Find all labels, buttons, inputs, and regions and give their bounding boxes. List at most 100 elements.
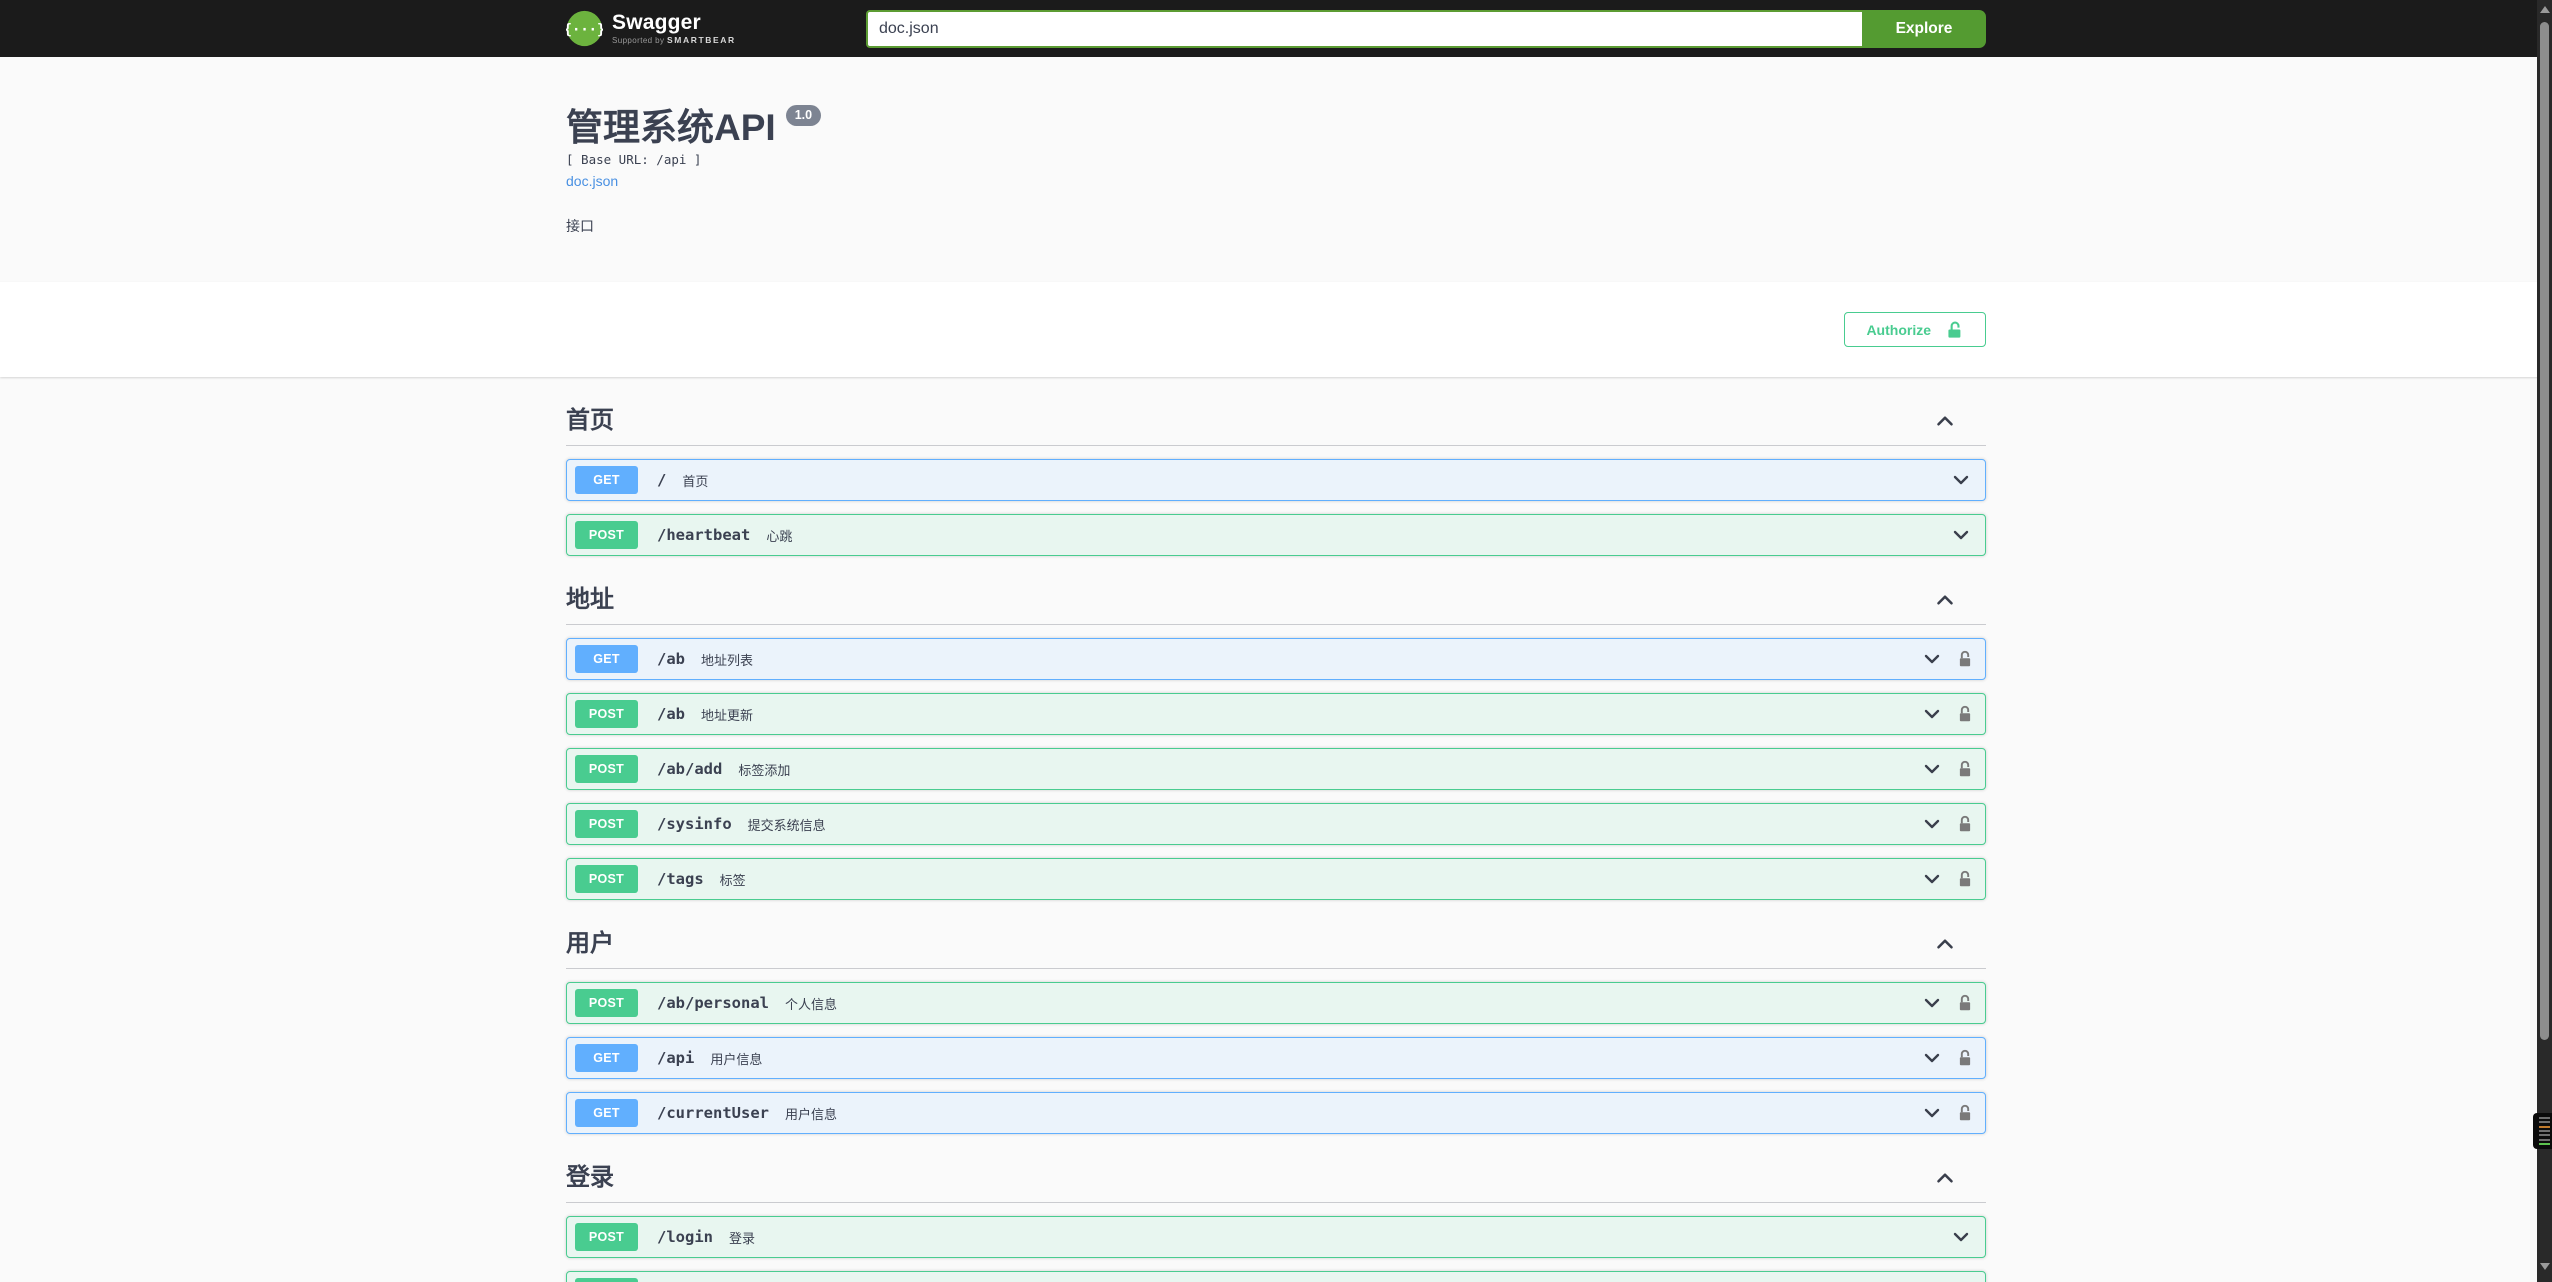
endpoint-path: /tags — [657, 870, 704, 888]
endpoint-summary: 用户信息 — [784, 1106, 837, 1122]
tag-section-login: 登录 POST /login 登录 POST /loginout 退出登录 — [566, 1164, 1986, 1282]
endpoint-summary: 标签 — [719, 872, 746, 888]
tag-title: 首页 — [566, 407, 614, 434]
method-badge: POST — [575, 989, 638, 1017]
opblock-post-login[interactable]: POST /login 登录 — [566, 1216, 1986, 1258]
opblock-post-ab-personal[interactable]: POST /ab/personal 个人信息 — [566, 982, 1986, 1024]
chevron-down-icon[interactable] — [1949, 468, 1973, 492]
endpoint-path: / — [657, 471, 667, 489]
lock-icon[interactable] — [1957, 759, 1973, 779]
chevron-down-icon[interactable] — [1949, 523, 1973, 547]
scrollbar-marker — [2533, 1113, 2552, 1149]
swagger-logo-icon: {···} — [566, 10, 603, 47]
base-url: [ Base URL: /api ] — [566, 152, 702, 167]
lock-icon[interactable] — [1957, 1103, 1973, 1123]
chevron-down-icon[interactable] — [1920, 1101, 1944, 1125]
method-badge: POST — [575, 521, 638, 549]
tag-header-user[interactable]: 用户 — [566, 930, 1986, 969]
endpoint-path: /login — [657, 1228, 713, 1246]
chevron-down-icon[interactable] — [1920, 1046, 1944, 1070]
tag-section-user: 用户 POST /ab/personal 个人信息 GET /api 用户信息 — [566, 930, 1986, 1134]
lock-icon[interactable] — [1957, 869, 1973, 889]
lock-icon[interactable] — [1957, 1048, 1973, 1068]
endpoint-path: /currentUser — [657, 1104, 769, 1122]
method-badge: GET — [575, 645, 638, 673]
method-badge: GET — [575, 1044, 638, 1072]
scrollbar-thumb[interactable] — [2540, 22, 2549, 1040]
topbar: {···} Swagger Supported by SMARTBEAR Exp… — [0, 0, 2552, 57]
tag-header-address[interactable]: 地址 — [566, 586, 1986, 625]
unlock-icon — [1948, 321, 1961, 338]
scrollbar-arrow-down-icon[interactable] — [2539, 1263, 2550, 1270]
opblock-post-ab[interactable]: POST /ab 地址更新 — [566, 693, 1986, 735]
tag-title: 登录 — [566, 1164, 614, 1191]
chevron-up-icon[interactable] — [1932, 1165, 1958, 1191]
opblock-post-sysinfo[interactable]: POST /sysinfo 提交系统信息 — [566, 803, 1986, 845]
method-badge: GET — [575, 1099, 638, 1127]
opblock-get-api[interactable]: GET /api 用户信息 — [566, 1037, 1986, 1079]
lock-icon[interactable] — [1957, 993, 1973, 1013]
opblock-post-ab-add[interactable]: POST /ab/add 标签添加 — [566, 748, 1986, 790]
opblock-get-currentuser[interactable]: GET /currentUser 用户信息 — [566, 1092, 1986, 1134]
endpoint-summary: 地址列表 — [701, 652, 754, 668]
endpoint-path: /ab — [657, 705, 685, 723]
info-section: 管理系统API 1.0 [ Base URL: /api ] doc.json 接… — [0, 57, 2552, 282]
lock-icon[interactable] — [1957, 704, 1973, 724]
method-badge: POST — [575, 1223, 638, 1251]
scrollbar[interactable] — [2533, 0, 2552, 1282]
scheme-container: Authorize — [0, 282, 2552, 377]
page-title: 管理系统API 1.0 — [566, 105, 1986, 149]
endpoint-summary: 地址更新 — [701, 707, 754, 723]
endpoint-summary: 标签添加 — [738, 762, 791, 778]
spec-json-link[interactable]: doc.json — [566, 173, 618, 189]
method-badge: POST — [575, 700, 638, 728]
chevron-down-icon[interactable] — [1920, 991, 1944, 1015]
lock-icon[interactable] — [1957, 814, 1973, 834]
tag-header-login[interactable]: 登录 — [566, 1164, 1986, 1203]
chevron-up-icon[interactable] — [1932, 931, 1958, 957]
api-description: 接口 — [566, 218, 594, 234]
svg-text:{···}: {···} — [566, 22, 603, 38]
endpoint-summary: 个人信息 — [784, 996, 837, 1012]
endpoint-path: /ab/add — [657, 760, 723, 778]
tag-title: 地址 — [566, 586, 614, 613]
endpoint-summary: 用户信息 — [710, 1051, 763, 1067]
opblock-post-tags[interactable]: POST /tags 标签 — [566, 858, 1986, 900]
opblock-get-root[interactable]: GET / 首页 — [566, 459, 1986, 501]
endpoint-path: /api — [657, 1049, 695, 1067]
opblock-post-heartbeat[interactable]: POST /heartbeat 心跳 — [566, 514, 1986, 556]
chevron-down-icon[interactable] — [1920, 867, 1944, 891]
tag-title: 用户 — [566, 930, 614, 957]
chevron-up-icon[interactable] — [1932, 587, 1958, 613]
endpoint-summary: 心跳 — [766, 528, 793, 544]
explore-button[interactable]: Explore — [1862, 9, 1986, 48]
logo-subtitle: Supported by SMARTBEAR — [612, 35, 736, 45]
operations-list: 首页 GET / 首页 POST /heartbeat 心跳 地址 GET /a… — [566, 407, 1986, 1282]
endpoint-summary: 登录 — [729, 1230, 756, 1246]
chevron-down-icon[interactable] — [1920, 812, 1944, 836]
tag-section-address: 地址 GET /ab 地址列表 POST /ab 地址更新 POST /ab/a… — [566, 586, 1986, 900]
endpoint-path: /ab/personal — [657, 994, 769, 1012]
method-badge: POST — [575, 755, 638, 783]
method-badge: POST — [575, 1278, 638, 1282]
swagger-logo-link[interactable]: {···} Swagger Supported by SMARTBEAR — [566, 10, 736, 47]
chevron-down-icon[interactable] — [1920, 647, 1944, 671]
spec-url-input[interactable] — [866, 9, 1862, 48]
chevron-down-icon[interactable] — [1949, 1225, 1973, 1249]
endpoint-path: /ab — [657, 650, 685, 668]
opblock-get-ab[interactable]: GET /ab 地址列表 — [566, 638, 1986, 680]
endpoint-path: /sysinfo — [657, 815, 732, 833]
chevron-down-icon[interactable] — [1920, 757, 1944, 781]
lock-icon[interactable] — [1957, 649, 1973, 669]
opblock-post-loginout[interactable]: POST /loginout 退出登录 — [566, 1271, 1986, 1282]
endpoint-path: /heartbeat — [657, 526, 751, 544]
scrollbar-arrow-up-icon[interactable] — [2539, 6, 2550, 13]
method-badge: POST — [575, 810, 638, 838]
chevron-down-icon[interactable] — [1920, 702, 1944, 726]
endpoint-summary: 提交系统信息 — [747, 817, 826, 833]
authorize-button[interactable]: Authorize — [1844, 312, 1986, 347]
chevron-up-icon[interactable] — [1932, 408, 1958, 434]
tag-header-home[interactable]: 首页 — [566, 407, 1986, 446]
authorize-label: Authorize — [1866, 321, 1931, 338]
endpoint-summary: 首页 — [682, 473, 709, 489]
